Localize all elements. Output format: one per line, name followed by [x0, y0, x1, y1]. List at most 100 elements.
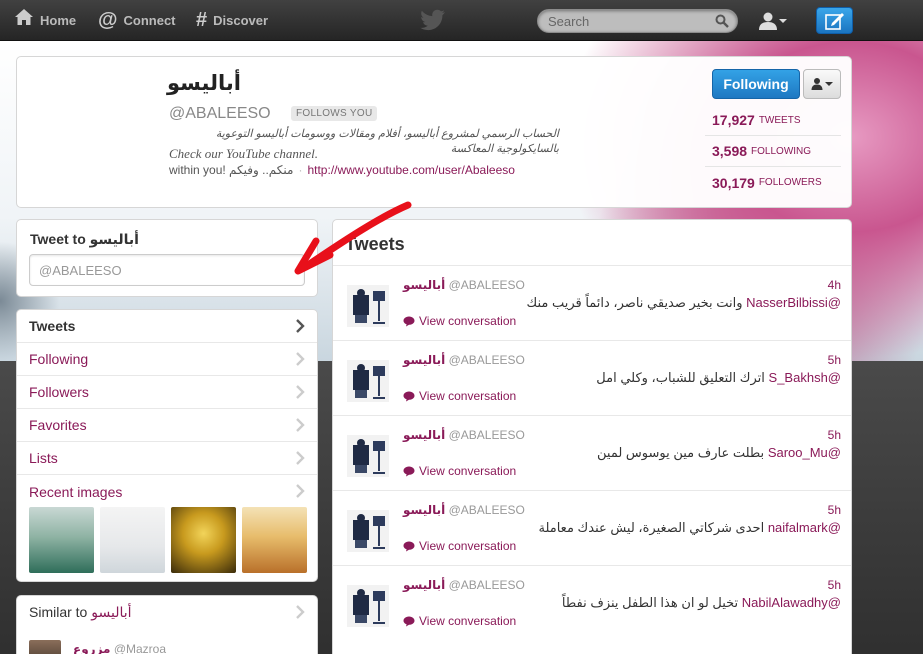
recent-image-thumbnail[interactable]: [100, 507, 165, 573]
tweet-mention[interactable]: @NasserBilbissi: [746, 295, 841, 310]
search-box[interactable]: [537, 9, 738, 33]
tweet-timestamp[interactable]: 5h: [828, 503, 841, 517]
tweet-timestamp[interactable]: 4h: [828, 278, 841, 292]
follows-you-badge: FOLLOWS YOU: [291, 106, 378, 121]
at-icon: @: [98, 8, 118, 31]
sidebar-item-label: Tweets: [29, 318, 76, 334]
similar-to-name: أباليسو: [91, 604, 132, 620]
tweet-item[interactable]: أباليسو @ABALEESO 5h @NabilAlawadhy تخيل…: [333, 565, 851, 640]
tweet-mention[interactable]: @Saroo_Mu: [768, 445, 841, 460]
tweets-timeline: Tweets أباليسو @ABALEESO 4h @NasserBilbi…: [332, 219, 852, 654]
tweet-timestamp[interactable]: 5h: [828, 428, 841, 442]
view-conversation-label: View conversation: [419, 539, 517, 553]
caret-down-icon: [779, 19, 787, 23]
similar-to-title[interactable]: Similar to أباليسو: [29, 604, 132, 621]
tweet-text: @Saroo_Mu بطلت عارف مين يوسوس لمين: [597, 445, 841, 461]
similar-user[interactable]: مزروع @Mazroa: [73, 642, 166, 654]
avatar[interactable]: [347, 435, 389, 477]
avatar[interactable]: [347, 360, 389, 402]
tweet-to-module: Tweet to أباليسو: [16, 219, 318, 297]
hash-icon: #: [196, 8, 208, 31]
sidebar-item-following[interactable]: Following: [17, 343, 317, 376]
tweet-timestamp[interactable]: 5h: [828, 353, 841, 367]
avatar[interactable]: [347, 585, 389, 627]
stat-tweets[interactable]: 17,927 TWEETS: [705, 105, 841, 136]
tweet-to-input[interactable]: [29, 254, 305, 286]
nav-home-label: Home: [40, 12, 77, 28]
stat-following[interactable]: 3,598 FOLLOWING: [705, 136, 841, 167]
profile-stats: 17,927 TWEETS 3,598 FOLLOWING 30,179 FOL…: [705, 105, 841, 198]
tweet-header: أباليسو @ABALEESO: [403, 428, 525, 442]
sidebar-item-label: Favorites: [29, 417, 87, 433]
sidebar-item-lists[interactable]: Lists: [17, 442, 317, 475]
stat-following-count: 3,598: [712, 143, 748, 159]
chevron-right-icon[interactable]: [295, 605, 305, 619]
tweet-text: @S_Bakhsh اترك التعليق للشباب، وكلي امل: [596, 370, 841, 386]
compose-tweet-button[interactable]: [816, 7, 853, 34]
profile-url-link[interactable]: http://www.youtube.com/user/Abaleeso: [307, 163, 514, 177]
tweet-to-name: أباليسو: [89, 231, 139, 247]
chevron-right-icon: [296, 451, 305, 465]
recent-images-strip: [29, 507, 309, 573]
profile-header-card: أباليسو @ABALEESO FOLLOWS YOU الحساب الر…: [16, 56, 852, 208]
view-conversation-link[interactable]: View conversation: [403, 539, 516, 553]
tweet-author-name[interactable]: أباليسو: [403, 578, 445, 592]
stat-followers-count: 30,179: [712, 174, 755, 191]
view-conversation-link[interactable]: View conversation: [403, 464, 516, 478]
sidebar-item-tweets[interactable]: Tweets: [17, 310, 317, 343]
recent-image-thumbnail[interactable]: [171, 507, 236, 573]
view-conversation-link[interactable]: View conversation: [403, 614, 516, 628]
nav-connect[interactable]: @ Connect: [98, 0, 176, 40]
view-conversation-label: View conversation: [419, 389, 517, 403]
nav-discover[interactable]: # Discover: [196, 0, 268, 40]
search-icon[interactable]: [715, 14, 729, 28]
sidebar-item-followers[interactable]: Followers: [17, 376, 317, 409]
tweet-item[interactable]: أباليسو @ABALEESO 5h @S_Bakhsh اترك التع…: [333, 340, 851, 415]
tweet-body: احدى شركاتي الصغيرة، ليش عندك معاملة: [538, 520, 765, 535]
avatar[interactable]: [347, 285, 389, 327]
tweet-author-handle: @ABALEESO: [448, 428, 525, 442]
tweet-mention[interactable]: @naifalmark: [768, 520, 841, 535]
view-conversation-label: View conversation: [419, 464, 517, 478]
user-actions-dropdown[interactable]: [803, 69, 841, 99]
tweet-item[interactable]: أباليسو @ABALEESO 5h @Saroo_Mu بطلت عارف…: [333, 415, 851, 490]
view-conversation-link[interactable]: View conversation: [403, 314, 516, 328]
tweet-author-name[interactable]: أباليسو: [403, 428, 445, 442]
avatar[interactable]: [347, 510, 389, 552]
avatar[interactable]: [29, 640, 61, 654]
recent-image-thumbnail[interactable]: [29, 507, 94, 573]
tweet-author-name[interactable]: أباليسو: [403, 353, 445, 367]
account-menu-button[interactable]: [758, 10, 788, 32]
profile-bio-english: Check our YouTube channel.: [169, 146, 319, 161]
tweet-mention[interactable]: @NabilAlawadhy: [742, 595, 841, 610]
sidebar-item-recent-images[interactable]: Recent images: [17, 475, 317, 508]
user-dropdown-icon: [811, 78, 833, 90]
recent-image-thumbnail[interactable]: [242, 507, 307, 573]
tweet-body: تخيل لو ان هذا الطفل ينزف نفطاً: [561, 595, 739, 610]
tweet-author-name[interactable]: أباليسو: [403, 503, 445, 517]
tweet-body: بطلت عارف مين يوسوس لمين: [597, 445, 765, 460]
search-input[interactable]: [538, 10, 708, 32]
nav-discover-label: Discover: [213, 12, 269, 28]
tweet-timestamp[interactable]: 5h: [828, 578, 841, 592]
user-icon: [759, 12, 777, 30]
view-conversation-link[interactable]: View conversation: [403, 389, 516, 403]
sidebar-item-favorites[interactable]: Favorites: [17, 409, 317, 442]
tweet-author-name[interactable]: أباليسو: [403, 278, 445, 292]
tweet-header: أباليسو @ABALEESO: [403, 278, 525, 292]
stat-followers[interactable]: 30,179 FOLLOWERS: [705, 167, 841, 198]
stat-tweets-label: TWEETS: [758, 114, 801, 126]
tweet-mention[interactable]: @S_Bakhsh: [769, 370, 841, 385]
tweet-item[interactable]: أباليسو @ABALEESO 5h @naifalmark احدى شر…: [333, 490, 851, 565]
tweet-header: أباليسو @ABALEESO: [403, 503, 525, 517]
top-navigation-bar: Home @ Connect # Discover: [0, 0, 923, 41]
chevron-right-icon: [296, 319, 305, 333]
chevron-right-icon: [296, 385, 305, 399]
tweet-item[interactable]: أباليسو @ABALEESO 4h @NasserBilbissi وان…: [333, 265, 851, 340]
twitter-bird-icon[interactable]: [420, 9, 446, 31]
tweet-header: أباليسو @ABALEESO: [403, 578, 525, 592]
nav-home[interactable]: Home: [14, 0, 76, 40]
compose-icon: [824, 12, 844, 30]
tweet-text: @NabilAlawadhy تخيل لو ان هذا الطفل ينزف…: [562, 595, 841, 611]
following-button[interactable]: Following: [712, 69, 800, 99]
